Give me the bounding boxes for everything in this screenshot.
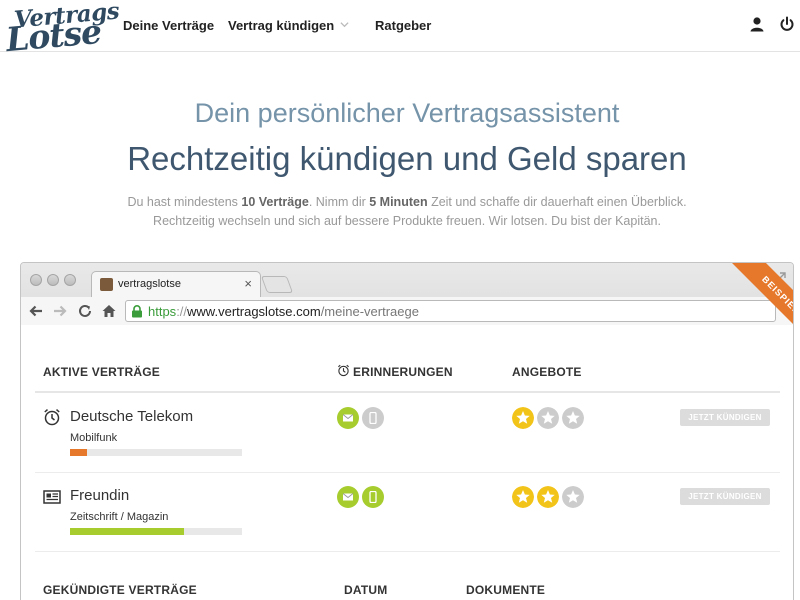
contract-name[interactable]: Deutsche Telekom [70,408,193,425]
hero-description-line1: Du hast mindestens 10 Verträge. Nimm dir… [0,193,800,212]
favicon-icon [100,278,113,291]
progress-fill [70,528,184,535]
header-documents: DOKUMENTE [466,583,546,597]
window-minimize-dot[interactable] [47,274,59,286]
star-icon[interactable] [562,486,584,508]
header-cancelled-contracts: GEKÜNDIGTE VERTRÄGE [43,583,197,597]
chevron-down-icon[interactable] [340,20,349,29]
star-icon[interactable] [537,486,559,508]
header-divider [35,391,780,393]
home-icon[interactable] [101,303,117,319]
hero-subtitle: Dein persönlicher Vertragsassistent [194,98,620,128]
window-close-dot[interactable] [30,274,42,286]
hero-title: Rechtzeitig kündigen und Geld sparen [127,140,687,177]
nav-deine-vertraege[interactable]: Deine Verträge [123,18,214,33]
mail-reminder-icon[interactable] [337,486,359,508]
new-tab-button[interactable] [260,276,294,293]
url-scheme: https [148,304,177,319]
phone-reminder-icon[interactable] [362,407,384,429]
power-icon[interactable] [779,16,795,32]
desc-text: Du hast mindestens [127,195,242,209]
contract-name[interactable]: Freundin [70,487,129,504]
hero-description-line2: Rechtzeitig wechseln und sich auf besser… [153,214,661,228]
alarm-clock-icon [44,409,60,426]
progress-fill [70,449,88,456]
contract-category: Zeitschrift / Magazin [70,511,169,523]
url-text: https://www.vertragslotse.com/meine-vert… [148,304,419,319]
browser-toolbar: https://www.vertragslotse.com/meine-vert… [21,297,793,325]
header-offers: ANGEBOTE [512,365,582,379]
tab-title: vertragslotse [118,278,181,290]
nav-ratgeber[interactable]: Ratgeber [375,18,431,33]
row-divider [35,472,780,473]
back-arrow-icon[interactable] [28,303,44,319]
star-icon[interactable] [537,407,559,429]
url-path: /meine-vertraege [320,304,419,319]
reload-icon[interactable] [77,303,93,319]
alarm-clock-icon [338,364,349,377]
header-reminders: ERINNERUNGEN [353,365,453,379]
address-bar[interactable]: https://www.vertragslotse.com/meine-vert… [125,300,776,322]
cancel-now-button[interactable]: JETZT KÜNDIGEN [680,409,770,426]
desc-bold-contracts: 10 Verträge [241,195,309,209]
user-icon[interactable] [749,16,765,32]
window-zoom-dot[interactable] [64,274,76,286]
hero-description: Du hast mindestens 10 Verträge. Nimm dir… [0,193,800,231]
contract-progress-bar [70,528,242,535]
browser-window-mockup: vertragslotse × https://www.vertragslots… [20,262,794,600]
phone-reminder-icon[interactable] [362,486,384,508]
desc-bold-minutes: 5 Minuten [369,195,428,209]
header-date: DATUM [344,583,388,597]
url-separator: :// [176,304,188,319]
browser-tab[interactable]: vertragslotse × [91,271,261,297]
lock-icon [132,305,142,318]
star-icon[interactable] [562,407,584,429]
vertragslotse-logo[interactable]: Vertrags Lotse [4,0,120,60]
contract-category: Mobilfunk [70,432,118,444]
star-icon[interactable] [512,486,534,508]
row-divider [35,551,780,552]
nav-vertrag-kuendigen[interactable]: Vertrag kündigen [228,18,334,33]
header-active-contracts: AKTIVE VERTRÄGE [43,365,161,379]
close-tab-icon[interactable]: × [244,276,252,291]
desc-text: . Nimm dir [308,195,370,209]
forward-arrow-icon[interactable] [52,303,68,319]
newspaper-icon [43,490,61,504]
logo-line2: Lotse [4,11,103,60]
url-domain: www.vertragslotse.com [187,304,321,319]
cancel-now-button[interactable]: JETZT KÜNDIGEN [680,488,770,505]
top-navigation: Vertrags Lotse Deine Verträge Vertrag kü… [0,0,800,59]
star-icon[interactable] [512,407,534,429]
browser-chrome: vertragslotse × https://www.vertragslots… [21,263,793,325]
mail-reminder-icon[interactable] [337,407,359,429]
contract-progress-bar [70,449,242,456]
desc-text: Zeit und schaffe dir dauerhaft einen Übe… [427,195,687,209]
